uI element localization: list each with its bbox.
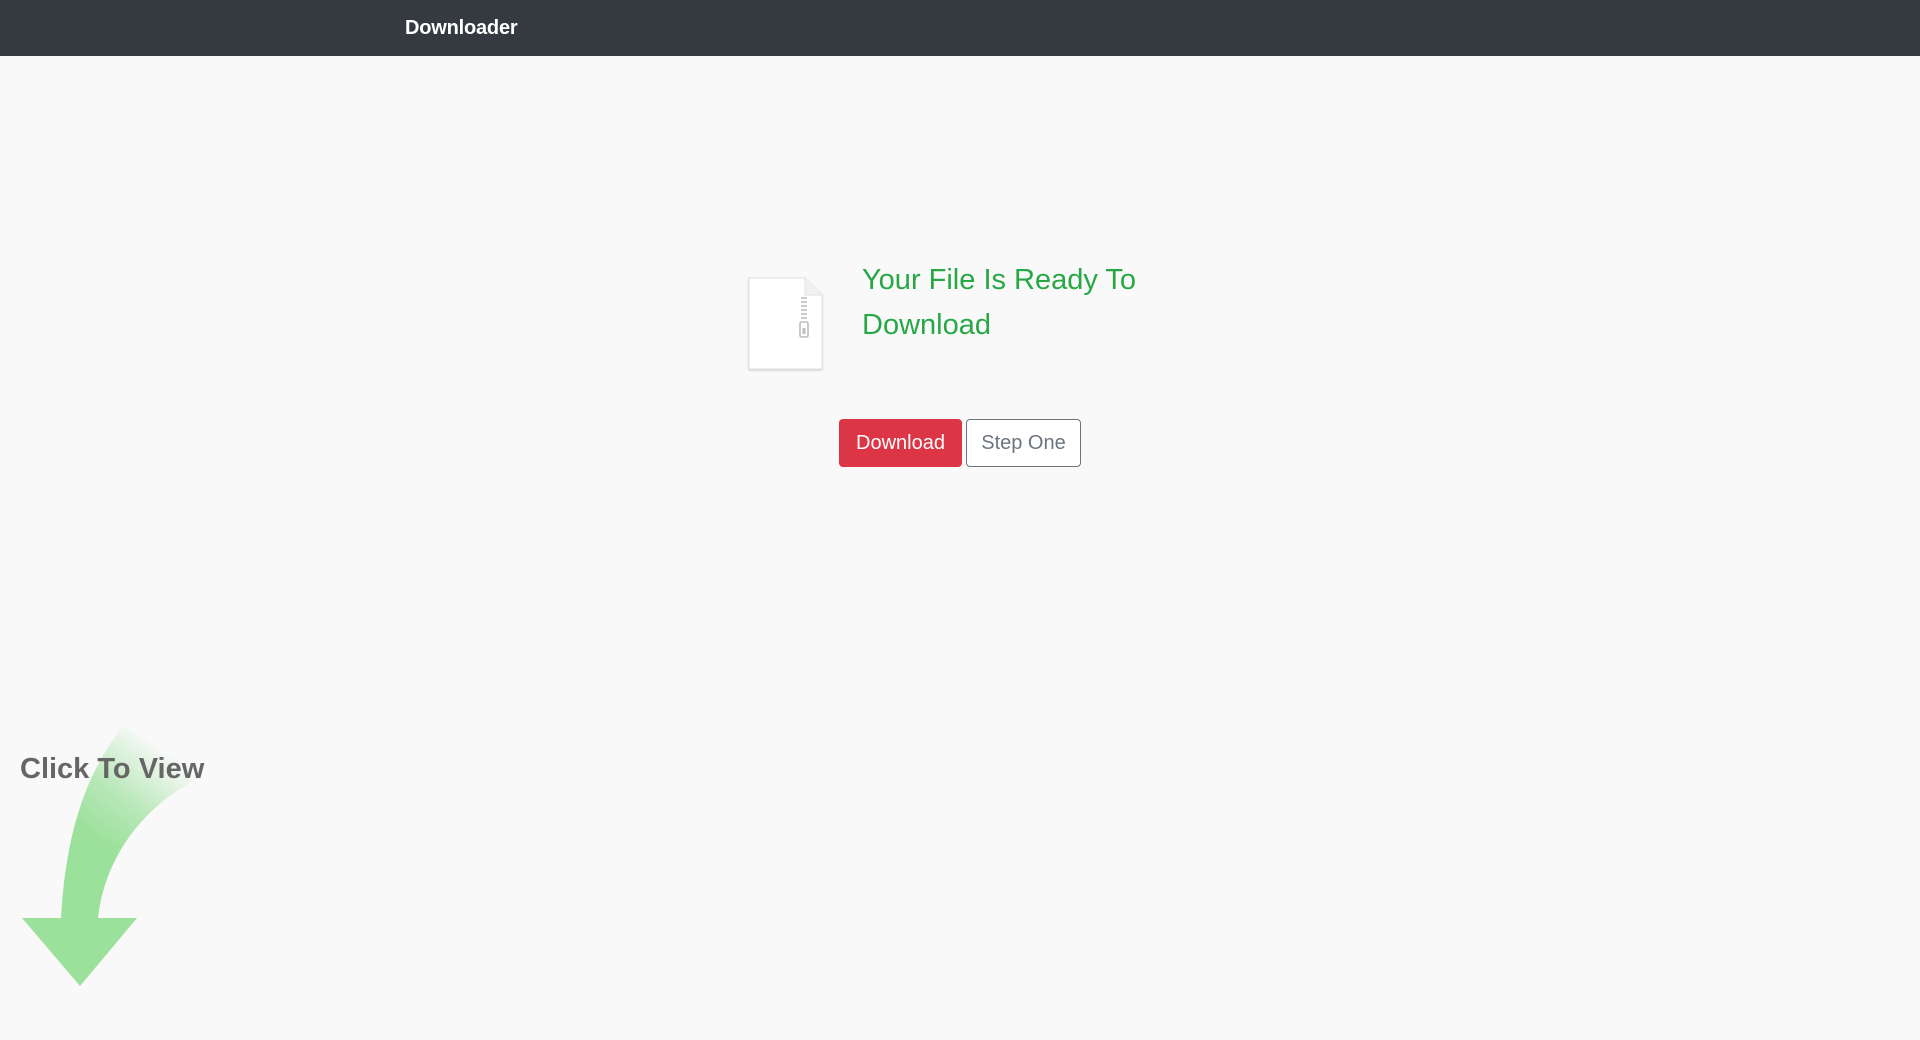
download-button[interactable]: Download <box>839 419 962 467</box>
zip-file-icon <box>746 276 825 372</box>
click-to-view-promo[interactable]: Click To View <box>16 726 216 991</box>
file-ready-heading: Your File Is Ready To Download <box>862 264 1137 341</box>
top-navbar: Downloader <box>0 0 1920 56</box>
click-to-view-label: Click To View <box>20 753 205 785</box>
step-one-button[interactable]: Step One <box>966 419 1081 467</box>
brand-link[interactable]: Downloader <box>405 15 518 41</box>
